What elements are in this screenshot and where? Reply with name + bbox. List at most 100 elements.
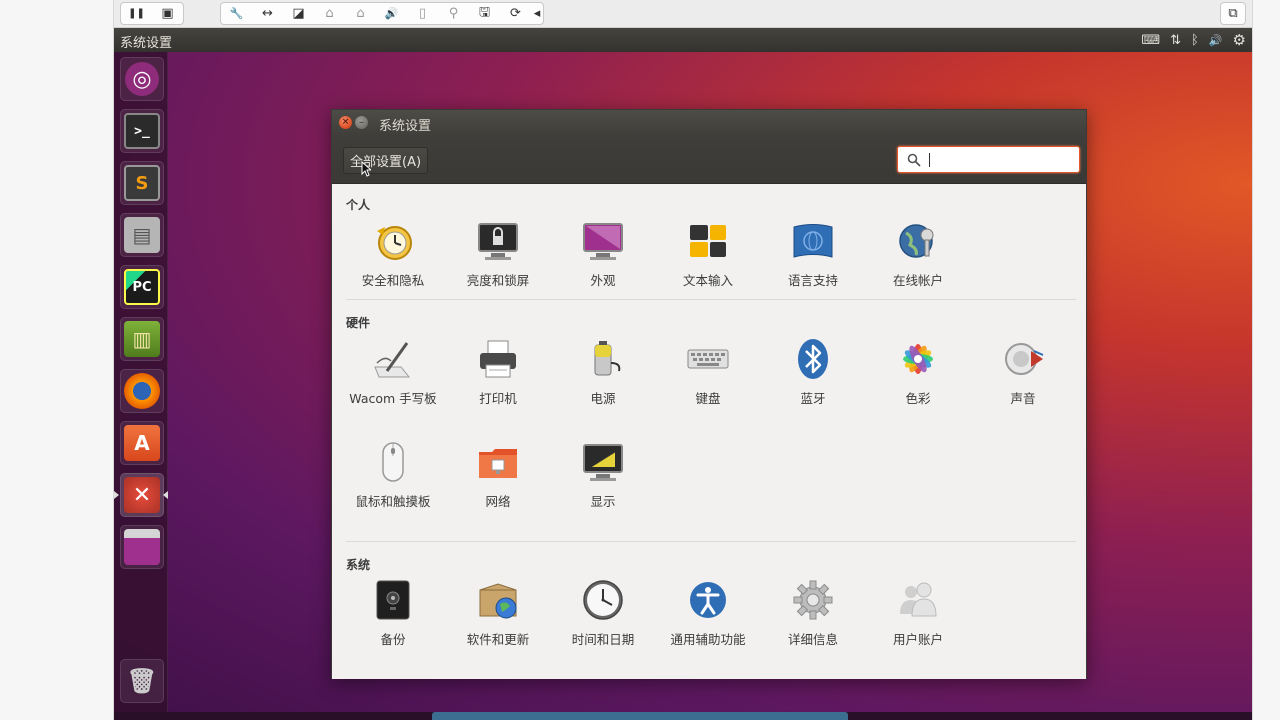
tile-time-date[interactable]: 时间和日期 bbox=[551, 578, 655, 674]
running-app-indicator bbox=[114, 491, 119, 499]
tile-label: 文本输入 bbox=[682, 273, 733, 288]
pause-icon[interactable]: ❚❚ bbox=[121, 3, 152, 24]
tile-color[interactable]: 色彩 bbox=[866, 337, 970, 433]
resize-arrows-icon[interactable]: ↔ bbox=[252, 3, 283, 24]
tile-label: 亮度和锁屏 bbox=[466, 273, 530, 288]
window-toolbar: 全部设置(A) bbox=[332, 136, 1086, 184]
tile-online-accounts[interactable]: 在线帐户 bbox=[866, 219, 970, 315]
book-reader-icon: ▥ bbox=[124, 321, 160, 357]
mouse-touchpad-icon bbox=[371, 440, 415, 484]
launcher-item-dash[interactable]: ◎ bbox=[120, 57, 164, 101]
collapse-arrow-icon[interactable]: ◂ bbox=[531, 3, 543, 24]
host-window-right-margin bbox=[1252, 0, 1280, 720]
save-icon[interactable]: 🖫 bbox=[469, 3, 500, 24]
time-date-icon bbox=[581, 578, 625, 622]
launcher-item-firefox[interactable]: ● bbox=[120, 369, 164, 413]
volume-indicator-icon[interactable]: 🔊 bbox=[1209, 34, 1223, 47]
window-title: 系统设置 bbox=[379, 119, 432, 134]
tile-label: 用户账户 bbox=[892, 632, 943, 647]
wacom-tablet-icon bbox=[371, 337, 415, 381]
launcher-item-workspaces[interactable]: ▭ bbox=[120, 525, 164, 569]
search-input[interactable] bbox=[925, 148, 1075, 171]
tile-label: 网络 bbox=[485, 494, 511, 509]
details-icon bbox=[791, 578, 835, 622]
trash-icon: 🗑 bbox=[126, 667, 158, 695]
tile-label: 键盘 bbox=[695, 391, 721, 406]
tile-universal-access[interactable]: 通用辅助功能 bbox=[656, 578, 760, 674]
lock-alt-icon[interactable]: ⌂ bbox=[345, 3, 376, 24]
tile-appearance[interactable]: 外观 bbox=[551, 219, 655, 315]
search-field[interactable] bbox=[897, 146, 1080, 173]
tile-label: 详细信息 bbox=[787, 632, 838, 647]
text-entry-icon bbox=[686, 219, 730, 263]
tile-text-entry[interactable]: 文本输入 bbox=[656, 219, 760, 315]
keyboard-indicator-icon[interactable]: ⌨ bbox=[1141, 33, 1160, 48]
system-settings-icon: ✕ bbox=[124, 477, 160, 513]
panel-app-title: 系统设置 bbox=[120, 36, 173, 51]
network-icon bbox=[476, 440, 520, 484]
all-settings-button[interactable]: 全部设置(A) bbox=[343, 147, 429, 174]
tile-label: 语言支持 bbox=[787, 273, 838, 288]
tile-network[interactable]: 网络 bbox=[446, 440, 550, 536]
top-panel: 系统设置 ⌨ ⇅ ᛒ 🔊 ⚙ bbox=[114, 28, 1252, 52]
launcher-item-settings[interactable]: ✕ bbox=[120, 473, 164, 517]
launcher-item-trash[interactable]: 🗑 bbox=[120, 659, 164, 703]
minimize-icon[interactable]: – bbox=[355, 116, 368, 129]
tile-brightness-lock[interactable]: 亮度和锁屏 bbox=[446, 219, 550, 315]
pycharm-icon: PC bbox=[124, 269, 160, 305]
software-center-icon: A bbox=[124, 425, 160, 461]
close-icon[interactable]: × bbox=[339, 116, 352, 129]
tile-power[interactable]: 电源 bbox=[551, 337, 655, 433]
tile-software-updates[interactable]: 软件和更新 bbox=[446, 578, 550, 674]
tile-label: 色彩 bbox=[905, 391, 931, 406]
universal-access-icon bbox=[686, 578, 730, 622]
tile-label: 蓝牙 bbox=[800, 391, 826, 406]
tile-label: 安全和隐私 bbox=[361, 273, 425, 288]
vm-toolbar-group-view: ⧉ bbox=[1220, 2, 1246, 25]
section-title-personal: 个人 bbox=[346, 198, 371, 212]
system-gear-icon[interactable]: ⚙ bbox=[1233, 31, 1246, 49]
usb-icon[interactable]: ⚲ bbox=[438, 3, 469, 24]
tile-language-support[interactable]: 语言支持 bbox=[761, 219, 865, 315]
tile-keyboard[interactable]: 键盘 bbox=[656, 337, 760, 433]
network-indicator-icon[interactable]: ⇅ bbox=[1170, 33, 1181, 48]
tile-label: 时间和日期 bbox=[571, 632, 635, 647]
tile-printer[interactable]: 打印机 bbox=[446, 337, 550, 433]
tile-sound[interactable]: 声音 bbox=[971, 337, 1075, 433]
tile-label: 通用辅助功能 bbox=[670, 632, 746, 647]
snapshot-icon[interactable]: ▣ bbox=[152, 3, 183, 24]
restore-window-icon[interactable]: ⧉ bbox=[1221, 3, 1245, 24]
tile-details[interactable]: 详细信息 bbox=[761, 578, 865, 674]
speaker-icon[interactable]: 🔊 bbox=[376, 3, 407, 24]
launcher-item-sublime[interactable]: S bbox=[120, 161, 164, 205]
vm-toolbar-group-devices: 🔧 ↔ ◪ ⌂ ⌂ 🔊 ▯ ⚲ 🖫 ⟳ ◂ bbox=[220, 2, 544, 25]
launcher-item-files[interactable]: ▤ bbox=[120, 213, 164, 257]
search-icon bbox=[907, 153, 921, 166]
section-title-system: 系统 bbox=[346, 558, 371, 572]
tile-wacom-tablet[interactable]: Wacom 手写板 bbox=[341, 337, 445, 433]
phone-icon[interactable]: ▯ bbox=[407, 3, 438, 24]
bluetooth-indicator-icon[interactable]: ᛒ bbox=[1191, 33, 1199, 48]
host-window-left-margin bbox=[0, 0, 114, 720]
window-titlebar[interactable]: × – 系统设置 bbox=[332, 110, 1086, 136]
disk-icon[interactable]: ◪ bbox=[283, 3, 314, 24]
refresh-icon[interactable]: ⟳ bbox=[500, 3, 531, 24]
brightness-lock-icon bbox=[476, 219, 520, 263]
appearance-icon bbox=[581, 219, 625, 263]
lock-icon[interactable]: ⌂ bbox=[314, 3, 345, 24]
vm-toolbar-group-playback: ❚❚ ▣ bbox=[120, 2, 184, 25]
launcher-item-reader[interactable]: ▥ bbox=[120, 317, 164, 361]
vm-toolbar: ❚❚ ▣ 🔧 ↔ ◪ ⌂ ⌂ 🔊 ▯ ⚲ 🖫 ⟳ ◂ ⧉ bbox=[114, 0, 1252, 28]
tile-backup[interactable]: 备份 bbox=[341, 578, 445, 674]
launcher-item-pycharm[interactable]: PC bbox=[120, 265, 164, 309]
tile-user-accounts[interactable]: 用户账户 bbox=[866, 578, 970, 674]
wrench-icon[interactable]: 🔧 bbox=[221, 3, 252, 24]
launcher-item-terminal[interactable]: >_ bbox=[120, 109, 164, 153]
launcher-item-software[interactable]: A bbox=[120, 421, 164, 465]
backup-icon bbox=[371, 578, 415, 622]
focused-app-indicator bbox=[163, 491, 168, 499]
tile-displays[interactable]: 显示 bbox=[551, 440, 655, 536]
tile-mouse-touchpad[interactable]: 鼠标和触摸板 bbox=[341, 440, 445, 536]
tile-bluetooth[interactable]: 蓝牙 bbox=[761, 337, 865, 433]
tile-security-privacy[interactable]: 安全和隐私 bbox=[341, 219, 445, 315]
